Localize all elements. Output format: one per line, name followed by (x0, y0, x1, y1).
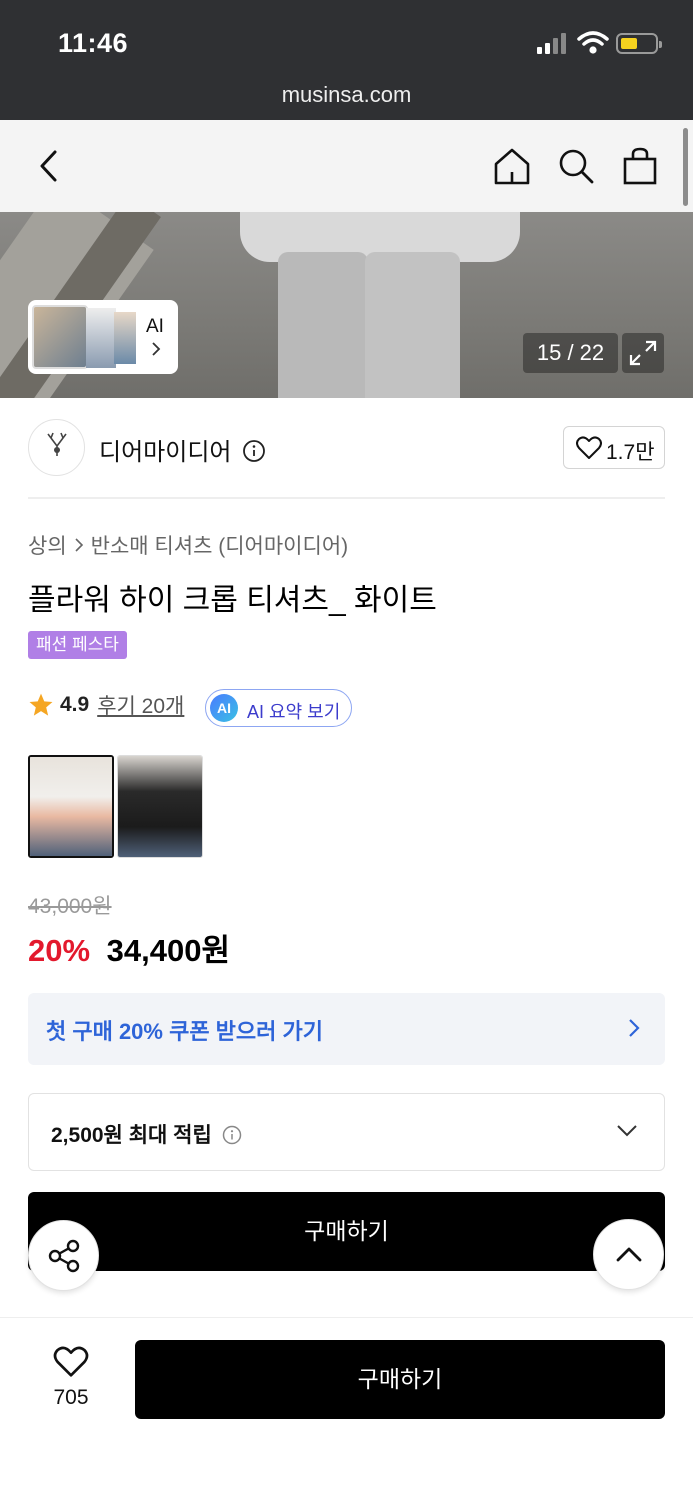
discount-rate: 20% (28, 933, 91, 968)
wishlist-button[interactable]: 705 (40, 1346, 102, 1416)
back-icon[interactable] (30, 146, 70, 186)
ai-lookbook-button[interactable]: AI (28, 300, 178, 374)
color-option-black[interactable] (117, 755, 203, 858)
scroll-top-button[interactable] (593, 1219, 664, 1290)
wifi-icon (577, 31, 609, 54)
product-title: 플라워 하이 크롭 티셔츠_ 화이트 (28, 584, 437, 617)
brand-name: 디어마이디어 (99, 439, 232, 466)
signal-icon (537, 32, 569, 54)
chevron-down-icon (617, 1125, 637, 1137)
ai-badge-icon: AI (210, 694, 238, 722)
share-icon (48, 1239, 80, 1273)
buy-button-inline[interactable]: 구매하기 (28, 1192, 665, 1271)
search-icon[interactable] (556, 146, 596, 186)
points-text: 2,500원 최대 적립 (51, 1124, 212, 1147)
rating-row: 4.9 후기 20개 (28, 690, 184, 720)
battery-icon (616, 33, 662, 54)
brand-name-row[interactable]: 디어마이디어 (99, 432, 266, 467)
original-price: 43,000원 (28, 895, 112, 918)
share-button[interactable] (28, 1220, 99, 1291)
heart-icon (576, 436, 602, 459)
brand-logo[interactable] (28, 419, 85, 476)
scroll-indicator[interactable] (683, 128, 688, 206)
ai-label: AI (146, 316, 164, 337)
bottom-bar: 705 구매하기 (0, 1317, 693, 1500)
image-counter: 15 / 22 (523, 333, 618, 373)
breadcrumb-subcategory[interactable]: 반소매 티셔츠 (디어마이디어) (91, 530, 349, 560)
breadcrumb: 상의 반소매 티셔츠 (디어마이디어) (28, 530, 348, 560)
shopping-bag-icon[interactable] (620, 146, 660, 186)
coupon-text: 첫 구매 20% 쿠폰 받으러 가기 (46, 1019, 323, 1044)
heart-icon (53, 1346, 89, 1377)
chevron-up-icon (616, 1247, 642, 1262)
info-icon[interactable] (222, 1125, 242, 1145)
chevron-right-icon (629, 1019, 640, 1037)
url-label[interactable]: musinsa.com (0, 82, 693, 108)
lookbook-thumbnail (32, 305, 88, 369)
info-icon[interactable] (242, 439, 266, 463)
color-option-white[interactable] (28, 755, 114, 858)
event-badge: 패션 페스타 (28, 631, 127, 659)
breadcrumb-category[interactable]: 상의 (28, 530, 67, 560)
rating-score: 4.9 (60, 693, 90, 716)
star-icon (29, 693, 53, 716)
brand-like-button[interactable]: 1.7만 (563, 426, 665, 469)
points-dropdown[interactable]: 2,500원 최대 적립 (28, 1093, 665, 1171)
status-time: 11:46 (58, 28, 129, 58)
brand-like-count: 1.7만 (606, 441, 655, 464)
points-row: 2,500원 최대 적립 (51, 1119, 242, 1149)
divider (28, 497, 665, 499)
product-image[interactable]: AI 15 / 22 (0, 212, 693, 398)
home-icon[interactable] (492, 146, 532, 186)
expand-icon[interactable] (622, 333, 664, 373)
status-bar: 11:46 musinsa.com (0, 0, 693, 120)
reviews-link[interactable]: 후기 20개 (97, 690, 184, 720)
coupon-banner[interactable]: 첫 구매 20% 쿠폰 받으러 가기 (28, 993, 665, 1065)
sale-price: 34,400원 (106, 933, 231, 968)
ai-summary-button[interactable]: AI AI 요약 보기 (205, 689, 352, 727)
chevron-right-icon (75, 538, 83, 552)
price-row: 20% 34,400원 (28, 925, 230, 970)
ai-summary-label: AI 요약 보기 (247, 702, 341, 722)
deer-logo-icon (47, 432, 67, 456)
top-nav (0, 120, 693, 212)
wishlist-count: 705 (53, 1386, 89, 1409)
buy-button[interactable]: 구매하기 (135, 1340, 665, 1419)
chevron-right-icon (152, 342, 161, 356)
